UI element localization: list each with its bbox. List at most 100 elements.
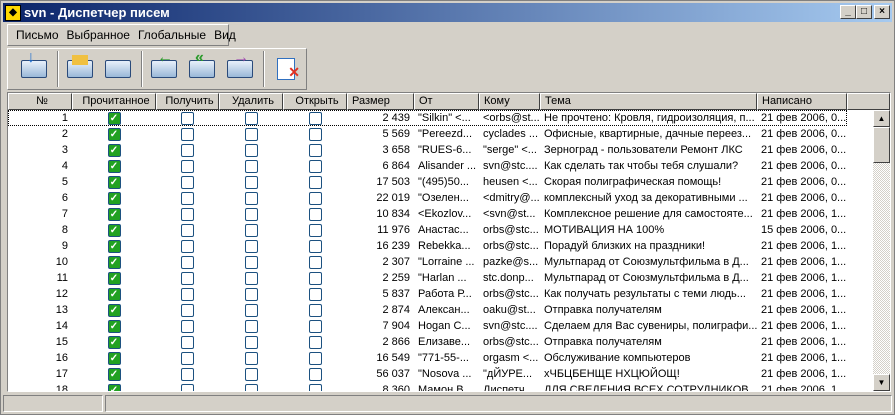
table-row[interactable]: 5 ✓ 17 503 "(495)50... heusen <... Скорая пол… bbox=[8, 174, 890, 190]
receive-checkbox[interactable] bbox=[181, 271, 194, 285]
read-checkbox[interactable]: ✓ bbox=[107, 191, 121, 205]
delete-checkbox[interactable] bbox=[244, 127, 258, 141]
read-checkbox[interactable]: ✓ bbox=[107, 207, 121, 221]
reply-button[interactable]: ← bbox=[146, 49, 182, 85]
table-row[interactable]: 18 ✓ 8 360 Мамон В... Диспетч... ДЛЯ СВЕДЕНИЯ… bbox=[8, 382, 890, 391]
receive-checkbox[interactable] bbox=[181, 191, 194, 205]
receive-checkbox[interactable] bbox=[181, 303, 194, 317]
read-checkbox[interactable]: ✓ bbox=[107, 271, 121, 285]
read-checkbox[interactable]: ✓ bbox=[107, 175, 121, 189]
open-checkbox[interactable] bbox=[308, 127, 322, 141]
receive-checkbox[interactable] bbox=[181, 143, 194, 157]
receive-checkbox[interactable] bbox=[181, 383, 194, 391]
delete-checkbox[interactable] bbox=[244, 383, 258, 391]
receive-checkbox[interactable] bbox=[181, 223, 194, 237]
table-row[interactable]: 14 ✓ 7 904 Hogan C... svn@stc.... Сделаем для… bbox=[8, 318, 890, 334]
table-row[interactable]: 11 ✓ 2 259 "Harlan ... stc.donp... Мультпарад… bbox=[8, 270, 890, 286]
open-checkbox[interactable] bbox=[308, 319, 322, 333]
open-checkbox[interactable] bbox=[308, 303, 322, 317]
delete-checkbox[interactable] bbox=[244, 367, 258, 381]
column-header[interactable]: Тема bbox=[540, 93, 757, 110]
read-checkbox[interactable]: ✓ bbox=[107, 255, 121, 269]
column-header[interactable]: Написано bbox=[757, 93, 847, 110]
receive-checkbox[interactable] bbox=[181, 319, 194, 333]
delete-checkbox[interactable] bbox=[244, 111, 258, 125]
delete-checkbox[interactable] bbox=[244, 143, 258, 157]
column-header[interactable]: Кому bbox=[479, 93, 540, 110]
read-checkbox[interactable]: ✓ bbox=[107, 367, 121, 381]
open-checkbox[interactable] bbox=[308, 191, 322, 205]
delete-checkbox[interactable] bbox=[244, 191, 258, 205]
receive-checkbox[interactable] bbox=[181, 111, 194, 125]
scroll-thumb[interactable] bbox=[873, 127, 890, 163]
table-row[interactable]: 17 ✓ 56 037 "Nosova ... "дЙУРЕ... хЧБЦБЕНЩЕ Н… bbox=[8, 366, 890, 382]
delete-checkbox[interactable] bbox=[244, 351, 258, 365]
column-header[interactable]: От bbox=[414, 93, 479, 110]
table-row[interactable]: 7 ✓ 10 834 <Ekozlov... <svn@st... Комплексное… bbox=[8, 206, 890, 222]
read-checkbox[interactable]: ✓ bbox=[107, 351, 121, 365]
delete-checkbox[interactable] bbox=[244, 287, 258, 301]
read-checkbox[interactable]: ✓ bbox=[107, 127, 121, 141]
column-header[interactable]: Удалить bbox=[219, 93, 283, 110]
delete-checkbox[interactable] bbox=[244, 159, 258, 173]
receive-checkbox[interactable] bbox=[181, 335, 194, 349]
message-list[interactable]: № Прочитанное Получить Удалить Открыть Размер… bbox=[7, 92, 891, 392]
open-checkbox[interactable] bbox=[308, 271, 322, 285]
delete-checkbox[interactable] bbox=[244, 223, 258, 237]
column-header[interactable]: № bbox=[8, 93, 72, 110]
open-mail-button[interactable] bbox=[100, 53, 136, 85]
table-row[interactable]: 3 ✓ 3 658 "RUES-6... "serge" <... Зерноград -… bbox=[8, 142, 890, 158]
read-checkbox[interactable]: ✓ bbox=[107, 223, 121, 237]
read-checkbox[interactable]: ✓ bbox=[107, 319, 121, 333]
table-row[interactable]: 1 ✓ 2 439 "Silkin" <... <orbs@st... Не прочте… bbox=[8, 110, 890, 126]
scroll-down-button[interactable]: ▼ bbox=[873, 374, 890, 391]
table-row[interactable]: 12 ✓ 5 837 Работа Р... orbs@stc... Как получа… bbox=[8, 286, 890, 302]
open-checkbox[interactable] bbox=[308, 255, 322, 269]
delete-checkbox[interactable] bbox=[244, 239, 258, 253]
menu-globalnye[interactable]: Глобальные bbox=[138, 28, 206, 42]
read-checkbox[interactable]: ✓ bbox=[107, 383, 121, 391]
column-header[interactable]: Получить bbox=[156, 93, 219, 110]
table-row[interactable]: 6 ✓ 22 019 "Озелен... <dmitry@... комплексный… bbox=[8, 190, 890, 206]
receive-checkbox[interactable] bbox=[181, 207, 194, 221]
open-checkbox[interactable] bbox=[308, 335, 322, 349]
receive-checkbox[interactable] bbox=[181, 351, 194, 365]
delete-button[interactable]: ✕ bbox=[268, 53, 304, 85]
receive-checkbox[interactable] bbox=[181, 287, 194, 301]
open-checkbox[interactable] bbox=[308, 351, 322, 365]
scroll-up-button[interactable]: ▲ bbox=[873, 110, 890, 127]
receive-checkbox[interactable] bbox=[181, 239, 194, 253]
delete-checkbox[interactable] bbox=[244, 255, 258, 269]
table-row[interactable]: 4 ✓ 6 864 Alisander ... svn@stc.... Как сдела… bbox=[8, 158, 890, 174]
receive-checkbox[interactable] bbox=[181, 127, 194, 141]
table-row[interactable]: 15 ✓ 2 866 Елизаве... orbs@stc... Отправка по… bbox=[8, 334, 890, 350]
minimize-button[interactable]: _ bbox=[840, 5, 856, 19]
open-checkbox[interactable] bbox=[308, 111, 322, 125]
receive-mail-button[interactable]: ↓ bbox=[16, 49, 52, 85]
open-checkbox[interactable] bbox=[308, 207, 322, 221]
open-checkbox[interactable] bbox=[308, 383, 322, 391]
table-row[interactable]: 16 ✓ 16 549 "771-55-... orgasm <... Обслужива… bbox=[8, 350, 890, 366]
open-checkbox[interactable] bbox=[308, 143, 322, 157]
table-row[interactable]: 13 ✓ 2 874 Алексан... oaku@st... Отправка пол… bbox=[8, 302, 890, 318]
read-checkbox[interactable]: ✓ bbox=[107, 159, 121, 173]
open-checkbox[interactable] bbox=[308, 159, 322, 173]
maximize-button[interactable]: □ bbox=[856, 5, 872, 19]
table-row[interactable]: 9 ✓ 16 239 Rebekka... orbs@stc... Порадуй бли… bbox=[8, 238, 890, 254]
read-checkbox[interactable]: ✓ bbox=[107, 111, 121, 125]
vertical-scrollbar[interactable]: ▲ ▼ bbox=[873, 110, 890, 391]
table-row[interactable]: 8 ✓ 11 976 Анастас... orbs@stc... МОТИВАЦИЯ Н… bbox=[8, 222, 890, 238]
read-checkbox[interactable]: ✓ bbox=[107, 143, 121, 157]
open-checkbox[interactable] bbox=[308, 223, 322, 237]
menu-vybrannoe[interactable]: Выбранное bbox=[67, 28, 130, 42]
menu-pismo[interactable]: Письмо bbox=[16, 28, 59, 42]
delete-checkbox[interactable] bbox=[244, 175, 258, 189]
receive-checkbox[interactable] bbox=[181, 175, 194, 189]
delete-checkbox[interactable] bbox=[244, 335, 258, 349]
read-checkbox[interactable]: ✓ bbox=[107, 303, 121, 317]
new-mail-button[interactable] bbox=[62, 53, 98, 85]
receive-checkbox[interactable] bbox=[181, 255, 194, 269]
delete-checkbox[interactable] bbox=[244, 207, 258, 221]
column-header[interactable]: Прочитанное bbox=[72, 93, 156, 110]
open-checkbox[interactable] bbox=[308, 287, 322, 301]
